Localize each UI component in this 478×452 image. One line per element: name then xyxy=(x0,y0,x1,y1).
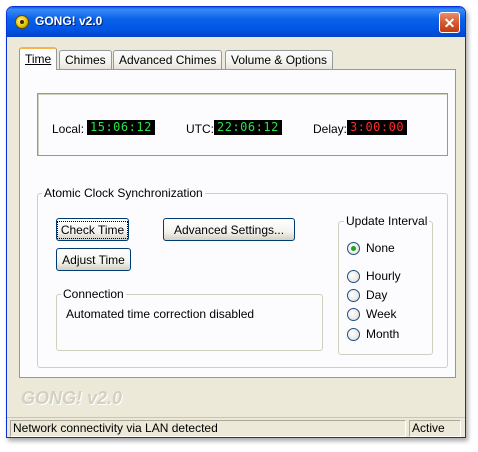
title-bar[interactable]: GONG! v2.0 ✕ xyxy=(7,7,465,37)
atomic-sync-group-label: Atomic Clock Synchronization xyxy=(42,186,205,200)
clock-display-box: Local: 15:06:12 UTC: 22:06:12 Delay: 3:0… xyxy=(37,93,448,156)
close-icon: ✕ xyxy=(443,14,456,31)
tab-chimes[interactable]: Chimes xyxy=(59,50,112,69)
local-time-label: Local: xyxy=(52,122,85,136)
radio-day-button[interactable] xyxy=(347,288,360,302)
radio-week[interactable]: Week xyxy=(347,306,396,322)
utc-time-display: 22:06:12 xyxy=(214,120,282,135)
check-time-label: Check Time xyxy=(56,220,129,239)
gong-logo-text: GONG! v2.0 xyxy=(21,388,123,408)
app-window: GONG! v2.0 ✕ Time Chimes Advanced Chimes… xyxy=(6,6,466,438)
delay-display: 3:00:00 xyxy=(347,120,408,135)
radio-month-label: Month xyxy=(366,327,400,341)
status-message: Network connectivity via LAN detected xyxy=(10,420,406,437)
connection-status-text: Automated time correction disabled xyxy=(66,307,255,321)
radio-week-label: Week xyxy=(366,307,397,321)
status-state: Active xyxy=(409,420,461,437)
update-interval-group: Update Interval None Hourly Day Week Mon… xyxy=(338,214,433,355)
tab-label: Time xyxy=(25,52,52,66)
status-bar: Network connectivity via LAN detected Ac… xyxy=(7,417,465,437)
delay-label: Delay: xyxy=(313,122,348,136)
tab-advanced-chimes[interactable]: Advanced Chimes xyxy=(113,50,223,69)
check-time-button[interactable]: Check Time xyxy=(56,218,129,241)
radio-none-button[interactable] xyxy=(347,241,360,255)
advanced-settings-button[interactable]: Advanced Settings... xyxy=(163,218,295,241)
radio-month[interactable]: Month xyxy=(347,326,399,342)
tab-label: Volume & Options xyxy=(231,53,328,67)
adjust-time-button[interactable]: Adjust Time xyxy=(56,248,131,271)
connection-group-label: Connection xyxy=(61,287,126,301)
tab-volume-options[interactable]: Volume & Options xyxy=(225,50,334,69)
radio-day[interactable]: Day xyxy=(347,287,387,303)
radio-hourly-button[interactable] xyxy=(347,269,360,283)
radio-hourly[interactable]: Hourly xyxy=(347,268,401,284)
radio-week-button[interactable] xyxy=(347,307,360,321)
gong-app-icon xyxy=(15,15,29,29)
advanced-settings-label: Advanced Settings... xyxy=(173,222,285,237)
adjust-time-label: Adjust Time xyxy=(62,252,125,267)
atomic-sync-group: Atomic Clock Synchronization Check Time … xyxy=(37,186,448,368)
close-button[interactable]: ✕ xyxy=(439,12,460,33)
connection-group: Connection Automated time correction dis… xyxy=(56,287,323,351)
radio-hourly-label: Hourly xyxy=(366,269,401,283)
local-time-display: 15:06:12 xyxy=(87,120,155,135)
radio-none[interactable]: None xyxy=(347,240,395,256)
radio-month-button[interactable] xyxy=(347,327,360,341)
tab-label: Chimes xyxy=(65,53,106,67)
tab-label: Advanced Chimes xyxy=(119,53,217,67)
radio-none-label: None xyxy=(366,241,395,255)
utc-time-label: UTC: xyxy=(186,122,214,136)
window-title: GONG! v2.0 xyxy=(35,14,103,28)
tab-time[interactable]: Time xyxy=(19,47,58,70)
update-interval-label: Update Interval xyxy=(344,214,430,228)
time-tab-panel: Local: 15:06:12 UTC: 22:06:12 Delay: 3:0… xyxy=(19,69,456,378)
radio-day-label: Day xyxy=(366,288,388,302)
